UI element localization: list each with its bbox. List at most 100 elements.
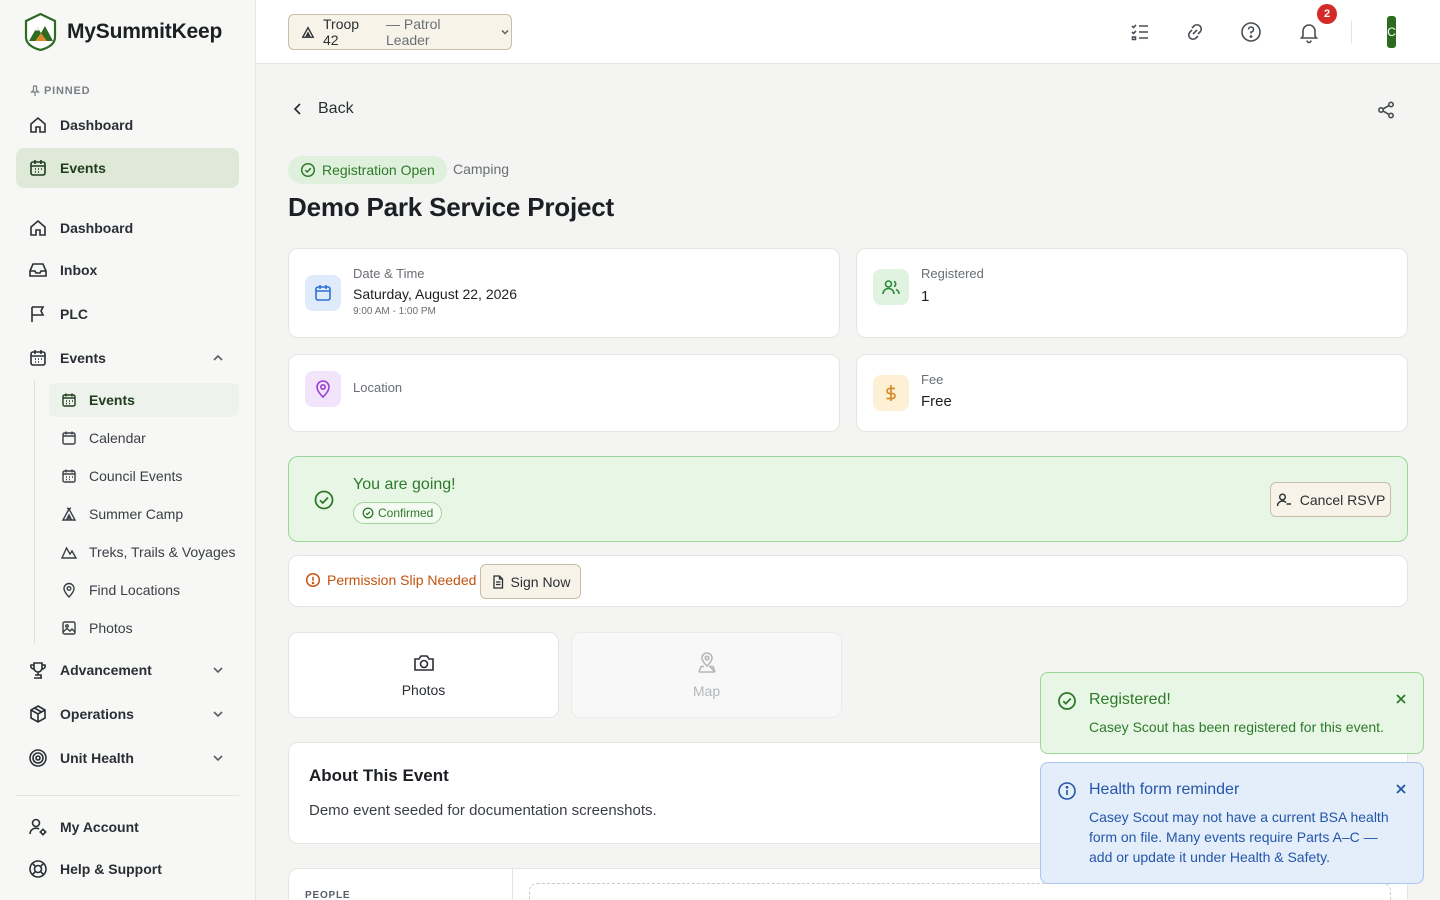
sidebar-item-inbox[interactable]: Inbox	[16, 250, 239, 290]
chevron-down-icon[interactable]	[211, 707, 225, 721]
people-dropzone	[529, 883, 1391, 900]
link-icon[interactable]	[1183, 20, 1207, 44]
chevron-left-icon	[292, 102, 304, 116]
sub-item-photos[interactable]: Photos	[49, 611, 239, 645]
toast-registered: Registered! Casey Scout has been registe…	[1040, 672, 1424, 754]
back-button[interactable]: Back	[292, 100, 354, 118]
top-bar: Troop 42 — Patrol Leader 2 C	[256, 0, 1440, 64]
image-icon	[61, 620, 77, 636]
about-body: Demo event seeded for documentation scre…	[309, 802, 657, 819]
close-icon[interactable]	[1395, 783, 1407, 795]
life-buoy-icon	[28, 859, 48, 879]
sidebar-item-plc[interactable]: PLC	[16, 294, 239, 334]
calendar-icon	[28, 348, 48, 368]
info-icon	[1057, 781, 1077, 801]
category-label: Camping	[453, 161, 510, 177]
chevron-down-icon	[499, 26, 511, 38]
fee-value: Free	[921, 393, 952, 410]
inbox-icon	[28, 260, 48, 280]
trophy-icon	[28, 660, 48, 680]
pinned-item-events[interactable]: Events	[16, 148, 239, 188]
toast-health-reminder: Health form reminder Casey Scout may not…	[1040, 762, 1424, 884]
nav-label: Dashboard	[60, 220, 134, 236]
brand[interactable]: MySummitKeep	[24, 13, 222, 51]
check-circle-icon	[300, 162, 316, 178]
chevron-up-icon[interactable]	[211, 351, 225, 365]
sidebar-item-operations[interactable]: Operations	[16, 694, 239, 734]
people-column: PEOPLE	[289, 869, 513, 900]
sidebar-item-unit-health[interactable]: Unit Health	[16, 738, 239, 778]
location-label: Location	[353, 380, 403, 395]
nav-label: My Account	[60, 819, 139, 835]
dollar-icon	[873, 375, 909, 411]
mountain-icon	[61, 544, 77, 560]
people-label: PEOPLE	[305, 890, 351, 900]
sub-label: Treks, Trails & Voyages	[89, 544, 236, 560]
bell-icon[interactable]	[1297, 20, 1321, 44]
sub-item-council-events[interactable]: Council Events	[49, 459, 239, 493]
nav-label: Unit Health	[60, 750, 134, 766]
calendar-grid-icon	[61, 468, 77, 484]
page-title: Demo Park Service Project	[288, 192, 614, 222]
pin-icon	[30, 85, 40, 97]
sidebar-divider	[16, 795, 239, 796]
rsvp-status-panel: You are going! Confirmed Cancel RSVP	[288, 456, 1408, 542]
avatar[interactable]: C	[1387, 16, 1396, 48]
sub-label: Council Events	[89, 468, 183, 484]
nav-label: Advancement	[60, 662, 152, 678]
toast-title: Health form reminder	[1089, 781, 1240, 798]
map-pin-icon	[305, 371, 341, 407]
sidebar-item-my-account[interactable]: My Account	[16, 807, 239, 847]
map-pin-user-icon	[695, 651, 719, 675]
troop-role-select[interactable]: Troop 42 — Patrol Leader	[288, 14, 512, 50]
notification-badge: 2	[1317, 4, 1337, 24]
checklist-icon[interactable]	[1128, 20, 1152, 44]
photos-tile[interactable]: Photos	[288, 632, 559, 718]
nav-label: PLC	[60, 306, 88, 322]
close-icon[interactable]	[1395, 693, 1407, 705]
registered-label: Registered	[921, 266, 984, 281]
permission-warning: Permission Slip Needed	[305, 572, 476, 588]
sub-label: Find Locations	[89, 582, 181, 598]
status-badge: Registration Open	[288, 156, 447, 184]
sidebar-item-help-support[interactable]: Help & Support	[16, 849, 239, 889]
sign-now-button[interactable]: Sign Now	[480, 564, 581, 599]
sub-item-treks[interactable]: Treks, Trails & Voyages	[49, 535, 239, 569]
troop-name: Troop 42	[323, 16, 360, 48]
sub-item-find-locations[interactable]: Find Locations	[49, 573, 239, 607]
pinned-item-dashboard[interactable]: Dashboard	[16, 105, 239, 145]
package-icon	[28, 704, 48, 724]
sidebar-item-dashboard[interactable]: Dashboard	[16, 208, 239, 248]
chevron-down-icon[interactable]	[211, 663, 225, 677]
alert-circle-icon	[305, 572, 321, 588]
check-circle-icon	[313, 489, 335, 511]
time-value: 9:00 AM - 1:00 PM	[353, 306, 436, 317]
fee-label: Fee	[921, 372, 944, 387]
confirmed-badge: Confirmed	[353, 502, 443, 524]
check-circle-icon	[362, 507, 374, 519]
document-icon	[491, 574, 505, 589]
sub-item-events[interactable]: Events	[49, 383, 239, 417]
sub-label: Calendar	[89, 430, 146, 446]
sidebar-item-events[interactable]: Events	[16, 338, 239, 378]
nav-label: Events	[60, 350, 106, 366]
sub-label: Events	[89, 392, 135, 408]
troop-role: — Patrol Leader	[386, 16, 441, 48]
toast-body: Casey Scout may not have a current BSA h…	[1089, 809, 1389, 865]
location-card: Location	[288, 354, 840, 432]
chevron-down-icon[interactable]	[211, 751, 225, 765]
submenu-rail	[34, 381, 35, 643]
mountain-logo-icon	[24, 13, 57, 51]
sidebar-item-advancement[interactable]: Advancement	[16, 650, 239, 690]
share-icon[interactable]	[1376, 100, 1396, 120]
cancel-rsvp-button[interactable]: Cancel RSVP	[1270, 482, 1391, 517]
users-icon	[873, 269, 909, 305]
nav-label: Inbox	[60, 262, 98, 278]
sub-item-calendar[interactable]: Calendar	[49, 421, 239, 455]
sub-label: Photos	[89, 620, 133, 636]
map-pin-icon	[61, 582, 77, 598]
sub-label: Summer Camp	[89, 506, 184, 522]
nav-label: Operations	[60, 706, 134, 722]
sub-item-summer-camp[interactable]: Summer Camp	[49, 497, 239, 531]
help-circle-icon[interactable]	[1239, 20, 1263, 44]
